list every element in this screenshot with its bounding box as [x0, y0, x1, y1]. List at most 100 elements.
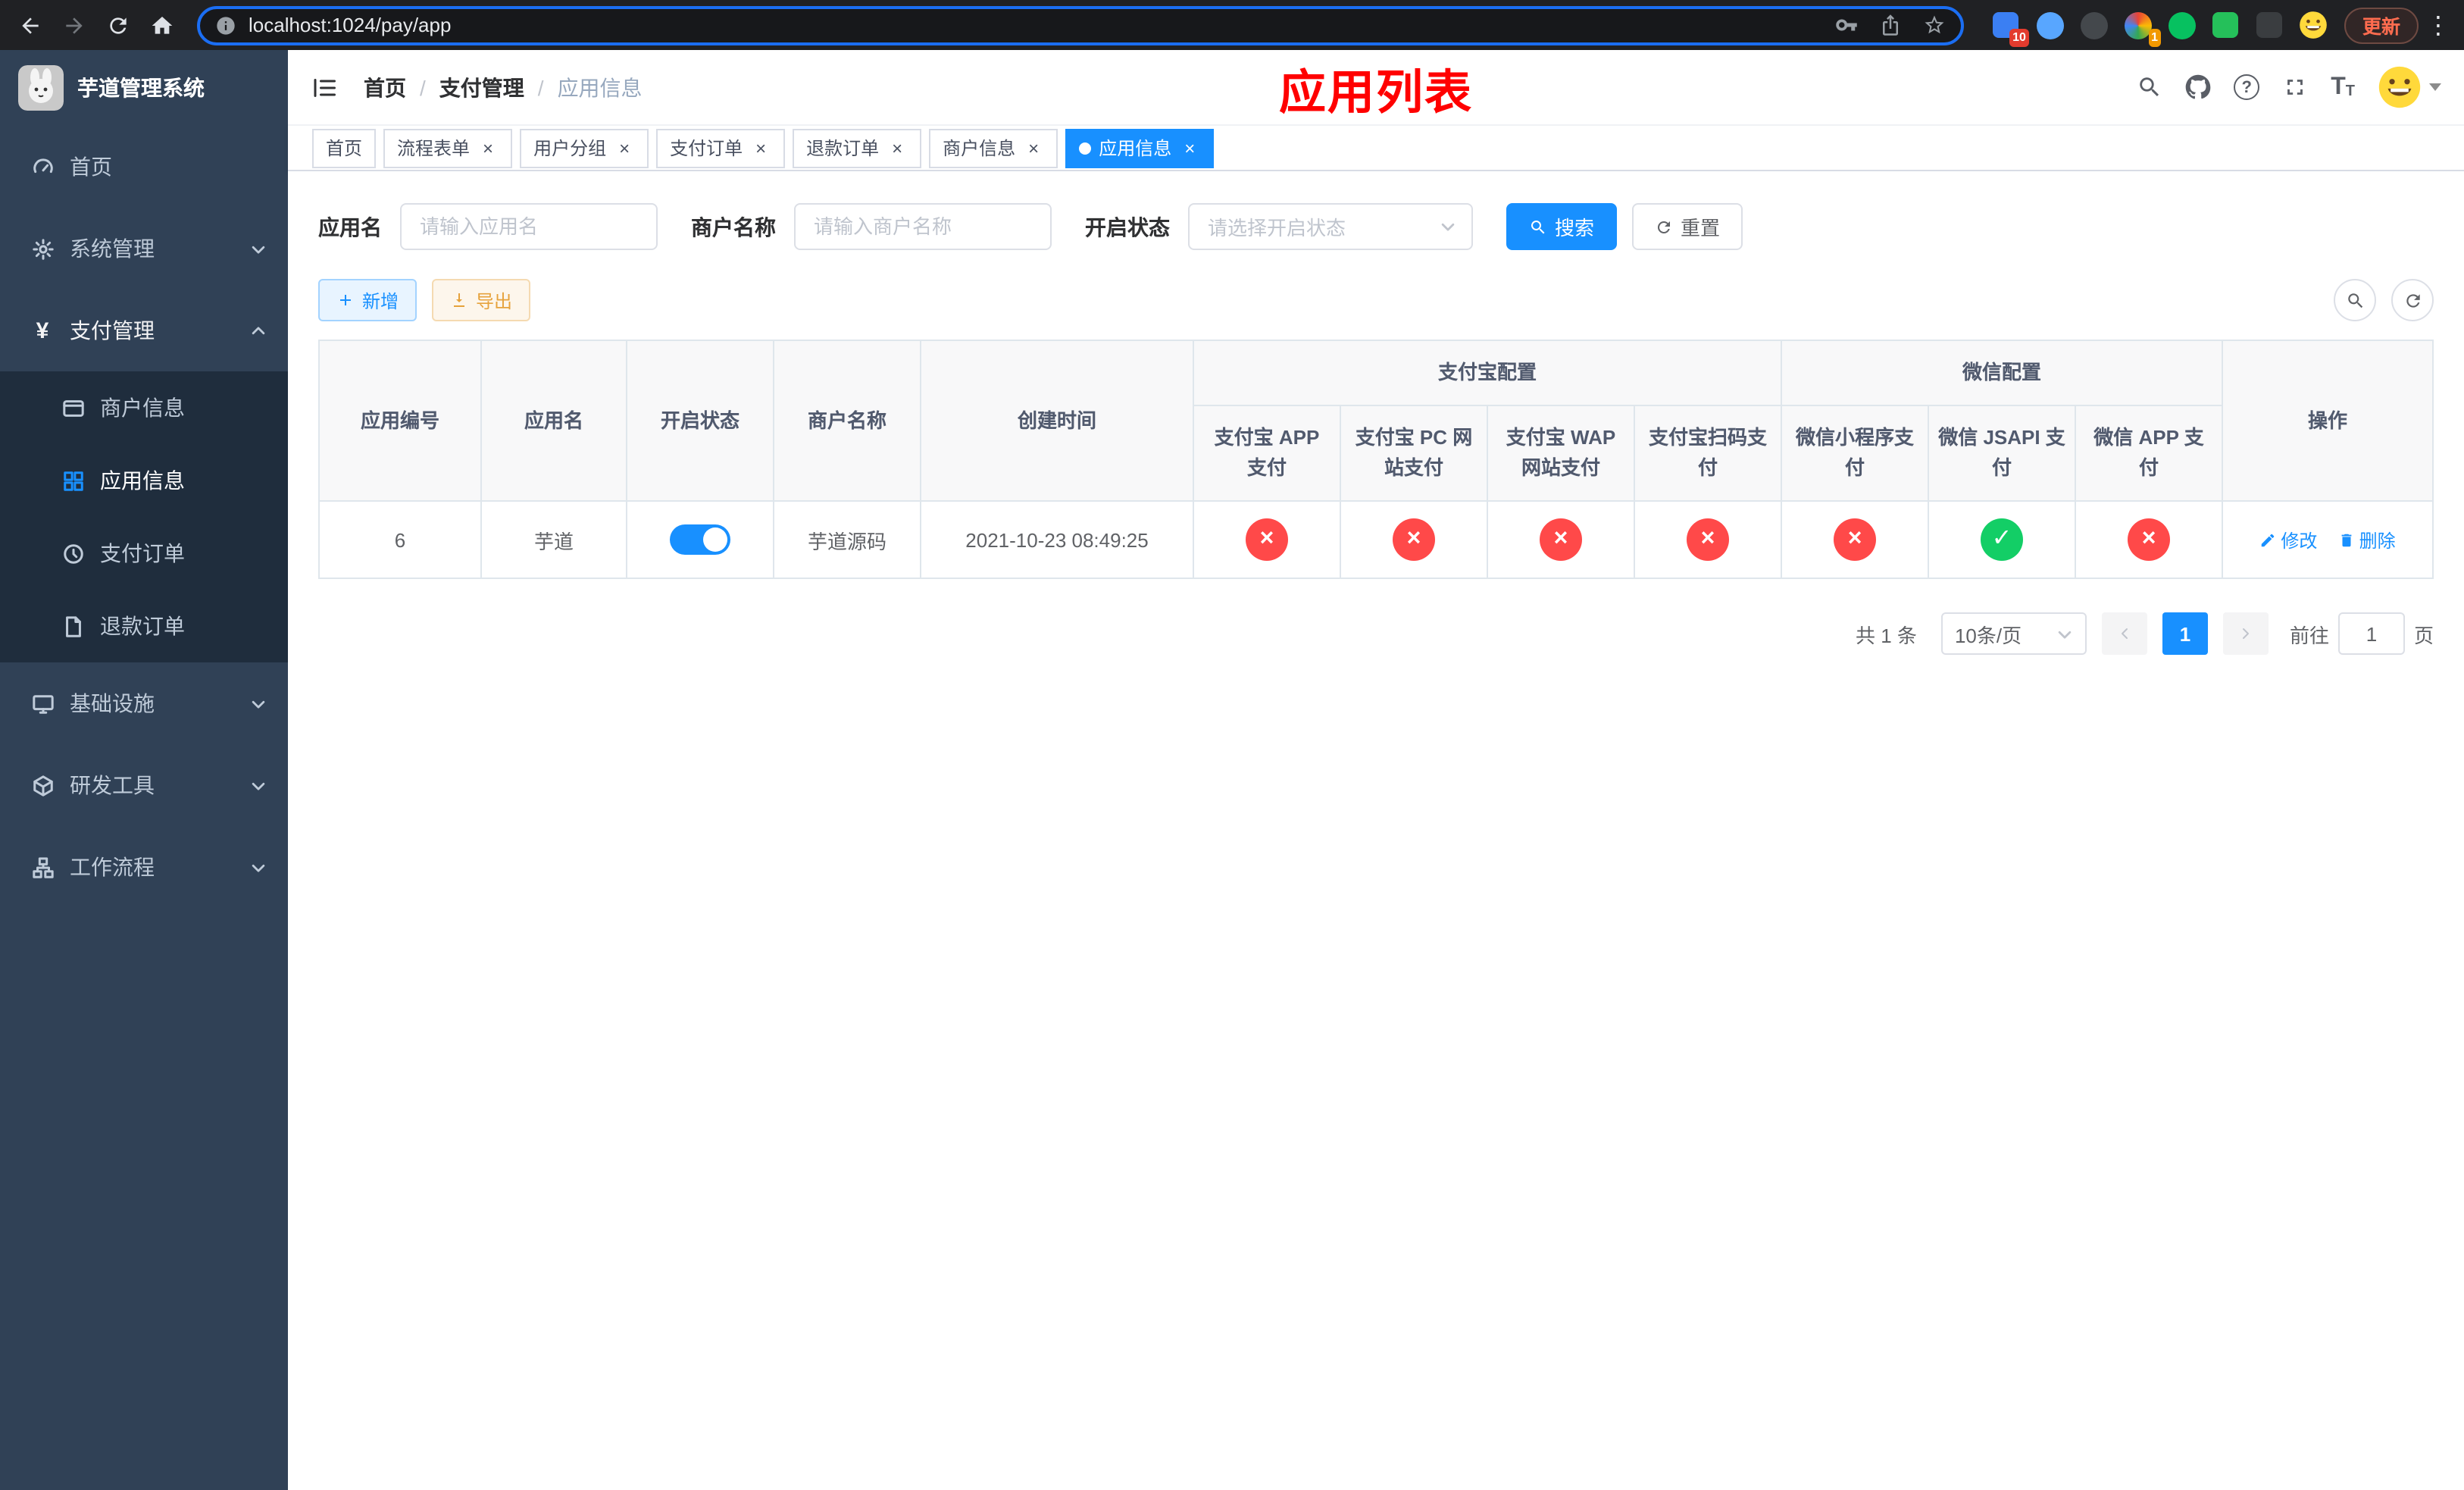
browser-update-button[interactable]: 更新	[2344, 7, 2419, 43]
extension-icon-5[interactable]	[2167, 10, 2197, 40]
close-icon[interactable]	[614, 137, 635, 158]
share-icon[interactable]	[1879, 14, 1902, 36]
row-status-switch[interactable]	[670, 524, 730, 555]
table-row: 6 芋道 芋道源码 2021-10-23 08:49:25 × × × × ×	[318, 500, 2434, 579]
refresh-table-button[interactable]	[2391, 279, 2434, 321]
page-size-select[interactable]: 10条/页	[1940, 612, 2087, 655]
delete-button[interactable]: 删除	[2338, 527, 2396, 552]
home-button[interactable]	[141, 5, 182, 45]
breadcrumb-payment[interactable]: 支付管理	[439, 72, 524, 102]
grid-icon	[61, 468, 85, 493]
sidebar-item-pay-orders[interactable]: 支付订单	[0, 517, 288, 590]
tag-user-group[interactable]: 用户分组	[520, 128, 649, 167]
sidebar-item-payment[interactable]: ¥ 支付管理	[0, 290, 288, 371]
edit-button[interactable]: 修改	[2259, 527, 2317, 552]
password-key-icon[interactable]	[1835, 14, 1858, 36]
tag-refund-orders[interactable]: 退款订单	[793, 128, 922, 167]
chevron-down-icon	[1440, 218, 1456, 235]
extension-icon-7[interactable]	[2255, 10, 2285, 40]
collapse-sidebar-icon[interactable]	[311, 74, 338, 101]
sidebar-menu: 首页 系统管理 ¥ 支付管理 商户信息 应用信息 支付订单 退款订单 基础设施 …	[0, 126, 288, 908]
close-icon[interactable]	[1023, 137, 1044, 158]
close-icon[interactable]	[886, 137, 908, 158]
toggle-search-button[interactable]	[2334, 279, 2376, 321]
merchant-name-input[interactable]	[794, 203, 1052, 250]
extension-icon-4[interactable]: 1	[2123, 10, 2161, 46]
col-header-alipay-pc: 支付宝 PC 网站支付	[1340, 405, 1488, 502]
url-text[interactable]: localhost:1024/pay/app	[249, 14, 1835, 36]
app-name-input[interactable]	[400, 203, 658, 250]
col-header-wx-jsapi: 微信 JSAPI 支付	[1928, 405, 2077, 502]
refresh-icon	[2406, 293, 2419, 307]
search-button[interactable]: 搜索	[1506, 203, 1618, 250]
toolbox-icon	[30, 773, 55, 797]
status-disabled-icon: ×	[1246, 518, 1288, 561]
search-icon[interactable]	[2137, 74, 2162, 100]
trash-icon	[2341, 533, 2352, 546]
user-avatar[interactable]	[2378, 65, 2441, 109]
close-icon[interactable]	[1179, 137, 1200, 158]
extension-icon-8[interactable]	[2299, 10, 2329, 40]
search-icon	[1531, 219, 1545, 233]
tag-process-form[interactable]: 流程表单	[383, 128, 513, 167]
bookmark-star-icon[interactable]	[1923, 14, 1946, 36]
status-disabled-icon: ×	[1834, 518, 1877, 561]
tags-view-bar: 首页 流程表单 用户分组 支付订单 退款订单	[288, 126, 2464, 171]
chevron-down-icon	[250, 240, 267, 257]
download-icon	[454, 293, 465, 307]
sidebar-item-system[interactable]: 系统管理	[0, 208, 288, 290]
extension-icon-2[interactable]	[2035, 10, 2065, 40]
extension-icon-6[interactable]	[2211, 10, 2241, 40]
goto-page-input[interactable]	[2337, 612, 2405, 655]
next-page-button[interactable]	[2222, 612, 2269, 655]
col-header-ops: 操作	[2222, 340, 2434, 502]
col-header-wx-mini: 微信小程序支付	[1781, 405, 1930, 502]
order-clock-icon	[61, 541, 85, 565]
monitor-icon	[30, 691, 55, 715]
sidebar-item-refund-orders[interactable]: 退款订单	[0, 590, 288, 662]
close-icon[interactable]	[750, 137, 771, 158]
tag-app-info-active[interactable]: 应用信息	[1065, 128, 1215, 167]
browser-toolbar: localhost:1024/pay/app 10 1 更新 ⋮	[0, 0, 2464, 50]
back-button[interactable]	[9, 5, 50, 45]
forward-button[interactable]	[53, 5, 94, 45]
col-header-created: 创建时间	[920, 340, 1194, 502]
sidebar-item-app-info[interactable]: 应用信息	[0, 444, 288, 517]
cell-merchant-name: 芋道源码	[773, 500, 921, 579]
sidebar-item-devtools[interactable]: 研发工具	[0, 744, 288, 826]
font-size-icon[interactable]: TT	[2331, 74, 2355, 99]
breadcrumb-home[interactable]: 首页	[364, 72, 406, 102]
sidebar-logo[interactable]: 芋道管理系统	[0, 50, 288, 126]
browser-menu-icon[interactable]	[2422, 10, 2455, 40]
page-number-1[interactable]: 1	[2162, 612, 2208, 655]
sidebar-item-merchant-info[interactable]: 商户信息	[0, 371, 288, 444]
reload-button[interactable]	[97, 5, 138, 45]
sidebar-item-workflow[interactable]: 工作流程	[0, 826, 288, 908]
close-icon[interactable]	[477, 137, 499, 158]
fullscreen-icon[interactable]	[2282, 74, 2308, 100]
app-name-label: 应用名	[318, 214, 382, 239]
tag-home[interactable]: 首页	[312, 128, 377, 167]
merchant-name-label: 商户名称	[691, 214, 776, 239]
address-bar[interactable]: localhost:1024/pay/app	[197, 5, 1964, 45]
status-select[interactable]: 请选择开启状态	[1188, 203, 1473, 250]
github-icon[interactable]	[2185, 74, 2211, 100]
export-button[interactable]: 导出	[432, 279, 531, 321]
sidebar-item-infra[interactable]: 基础设施	[0, 662, 288, 744]
extension-icon-1[interactable]: 10	[1991, 10, 2029, 46]
site-info-icon[interactable]	[215, 14, 236, 36]
reset-button[interactable]: 重置	[1632, 203, 1743, 250]
prev-page-button[interactable]	[2101, 612, 2147, 655]
tag-pay-orders[interactable]: 支付订单	[656, 128, 786, 167]
sidebar-item-home[interactable]: 首页	[0, 126, 288, 208]
breadcrumb-app-info: 应用信息	[557, 75, 643, 99]
tag-merchant-info[interactable]: 商户信息	[929, 128, 1058, 167]
help-icon[interactable]: ?	[2234, 74, 2260, 100]
extension-icon-3[interactable]	[2079, 10, 2109, 40]
add-button[interactable]: 新增	[318, 279, 417, 321]
filter-form: 应用名 商户名称 开启状态 请选择开启状态	[318, 203, 2434, 250]
col-header-alipay-app: 支付宝 APP 支付	[1193, 405, 1341, 502]
document-icon	[61, 614, 85, 638]
status-disabled-icon: ×	[1393, 518, 1435, 561]
credit-card-icon	[61, 396, 85, 420]
